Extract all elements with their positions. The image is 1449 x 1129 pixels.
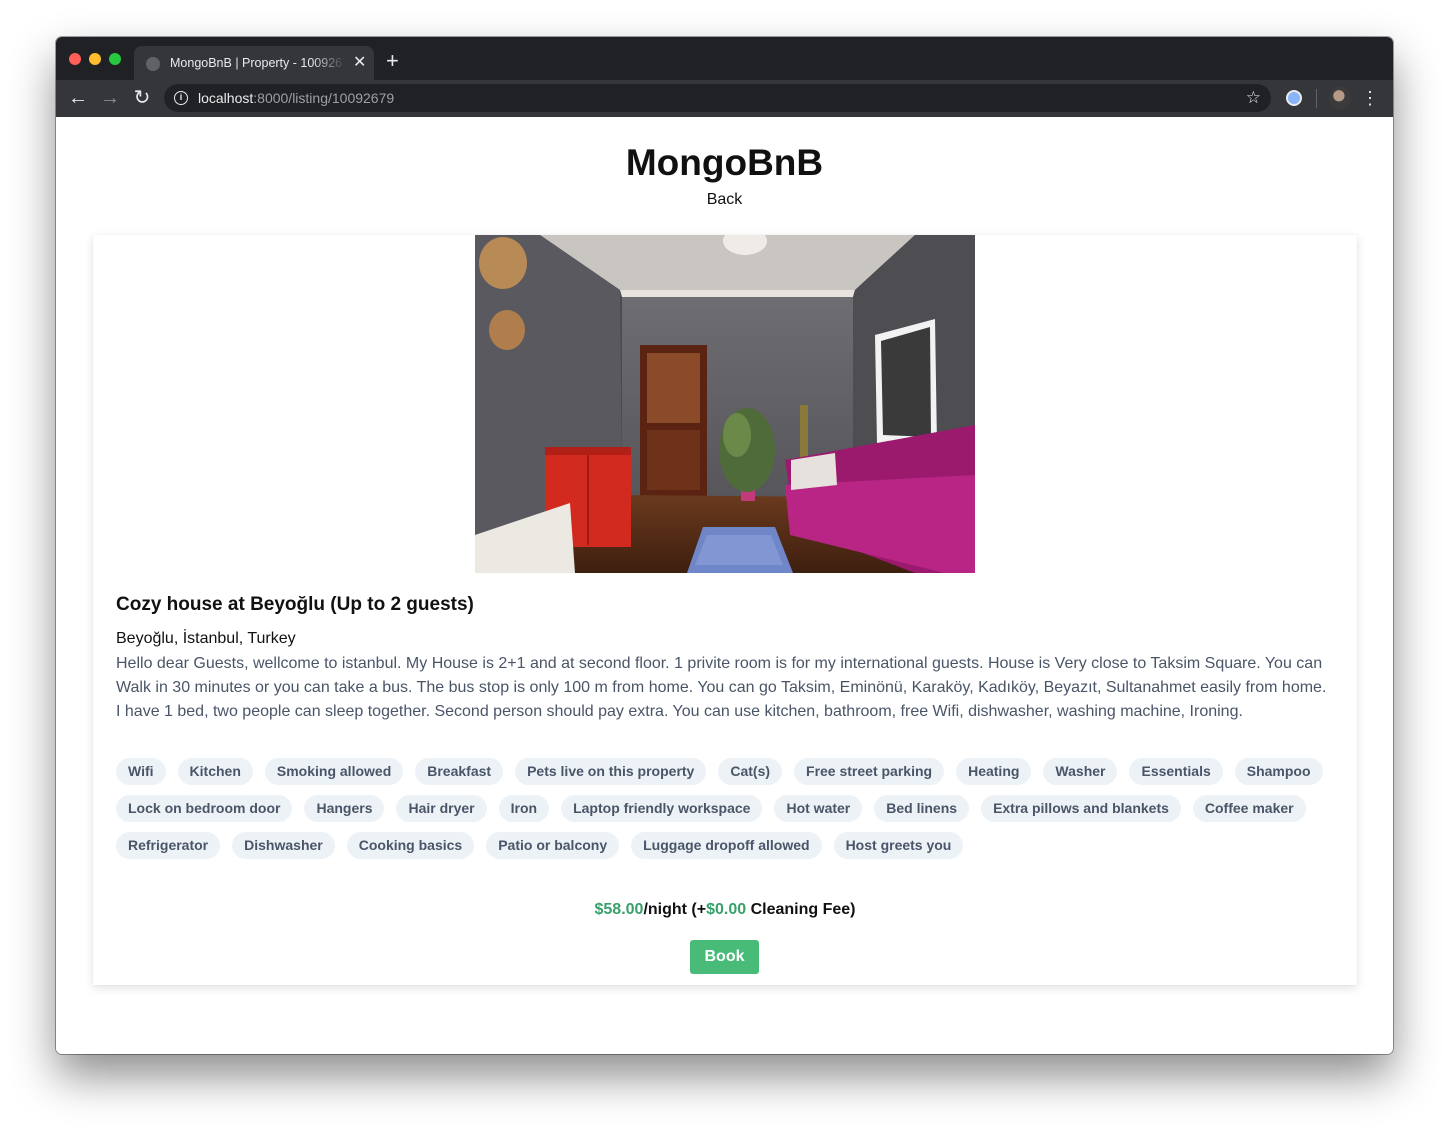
amenity-tag: Heating <box>956 758 1032 785</box>
amenity-tag: Hair dryer <box>396 795 487 822</box>
book-button[interactable]: Book <box>690 940 759 974</box>
amenity-tag: Hot water <box>774 795 863 822</box>
amenity-tag: Kitchen <box>177 758 253 785</box>
amenity-tag: Coffee maker <box>1192 795 1306 822</box>
browser-window: MongoBnB | Property - 10092679 ✕ + ← → ↻… <box>56 37 1393 1054</box>
url-host: localhost <box>198 90 254 106</box>
toolbar-divider <box>1316 89 1317 108</box>
amenity-tag: Refrigerator <box>116 832 221 859</box>
listing-location: Beyoğlu, İstanbul, Turkey <box>116 630 296 647</box>
minimize-window-button[interactable] <box>89 53 101 65</box>
amenity-tag: Breakfast <box>415 758 504 785</box>
listing-description: Hello dear Guests, wellcome to istanbul.… <box>116 655 1327 720</box>
amenity-tag: Extra pillows and blankets <box>981 795 1181 822</box>
reload-icon[interactable]: ↻ <box>130 86 154 110</box>
amenity-tag: Essentials <box>1129 758 1223 785</box>
amenity-tag: Cat(s) <box>718 758 783 785</box>
cleaning-fee: $0.00 <box>706 901 747 918</box>
amenity-tag: Shampoo <box>1234 758 1323 785</box>
listing-title: Cozy house at Beyoğlu (Up to 2 guests) <box>116 594 474 615</box>
amenity-tag: Cooking basics <box>346 832 475 859</box>
address-bar[interactable]: i localhost:8000/listing/10092679 ☆ <box>164 84 1271 112</box>
bookmark-star-icon[interactable]: ☆ <box>1246 88 1261 108</box>
url-text[interactable]: localhost:8000/listing/10092679 <box>198 90 394 106</box>
profile-avatar[interactable] <box>1329 87 1351 109</box>
listing-card: Cozy house at Beyoğlu (Up to 2 guests) B… <box>93 235 1357 985</box>
amenity-tag: Washer <box>1043 758 1118 785</box>
amenities-list: Wifi Kitchen Smoking allowed Breakfast Pets … <box>116 758 1336 859</box>
amenity-tag: Smoking allowed <box>264 758 404 785</box>
amenity-tag: Bed linens <box>874 795 970 822</box>
browser-toolbar: ← → ↻ i localhost:8000/listing/10092679 … <box>56 80 1393 117</box>
amenity-tag: Free street parking <box>794 758 945 785</box>
extension-icon[interactable] <box>1286 90 1302 106</box>
amenity-tag: Luggage dropoff allowed <box>631 832 822 859</box>
close-window-button[interactable] <box>69 53 81 65</box>
amenity-tag: Host greets you <box>833 832 964 859</box>
page-viewport: MongoBnB Back Cozy house at Beyoğlu (Up … <box>56 117 1393 1054</box>
amenity-tag: Pets live on this property <box>515 758 707 785</box>
back-link[interactable]: Back <box>56 190 1393 210</box>
site-title: MongoBnB <box>625 142 824 183</box>
new-tab-icon[interactable]: + <box>386 50 399 72</box>
url-path: :8000/listing/10092679 <box>253 90 395 106</box>
amenity-tag: Dishwasher <box>232 832 335 859</box>
price-suffix: /night (+ <box>643 901 707 918</box>
price-line: $58.00/night (+$0.00 Cleaning Fee) <box>93 899 1357 921</box>
amenity-tag: Wifi <box>116 758 166 785</box>
amenity-tag: Iron <box>498 795 550 822</box>
amenity-tag: Lock on bedroom door <box>116 795 293 822</box>
nightly-price: $58.00 <box>594 901 644 918</box>
back-arrow-icon[interactable]: ← <box>66 86 90 110</box>
amenity-tag: Laptop friendly workspace <box>561 795 763 822</box>
forward-arrow-icon[interactable]: → <box>98 86 122 110</box>
close-tab-icon[interactable]: ✕ <box>353 54 366 72</box>
globe-icon <box>146 57 160 71</box>
tab-title: MongoBnB | Property - 10092679 <box>170 56 346 70</box>
listing-photo <box>475 235 975 573</box>
amenity-tag: Patio or balcony <box>486 832 620 859</box>
kebab-menu-icon[interactable]: ⋮ <box>1361 86 1379 110</box>
cleaning-fee-suffix: Cleaning Fee) <box>746 901 856 918</box>
maximize-window-button[interactable] <box>109 53 121 65</box>
info-icon[interactable]: i <box>174 91 188 105</box>
browser-tab[interactable]: MongoBnB | Property - 10092679 ✕ <box>134 46 374 80</box>
amenity-tag: Hangers <box>304 795 385 822</box>
browser-titlebar: MongoBnB | Property - 10092679 ✕ + <box>56 37 1393 80</box>
